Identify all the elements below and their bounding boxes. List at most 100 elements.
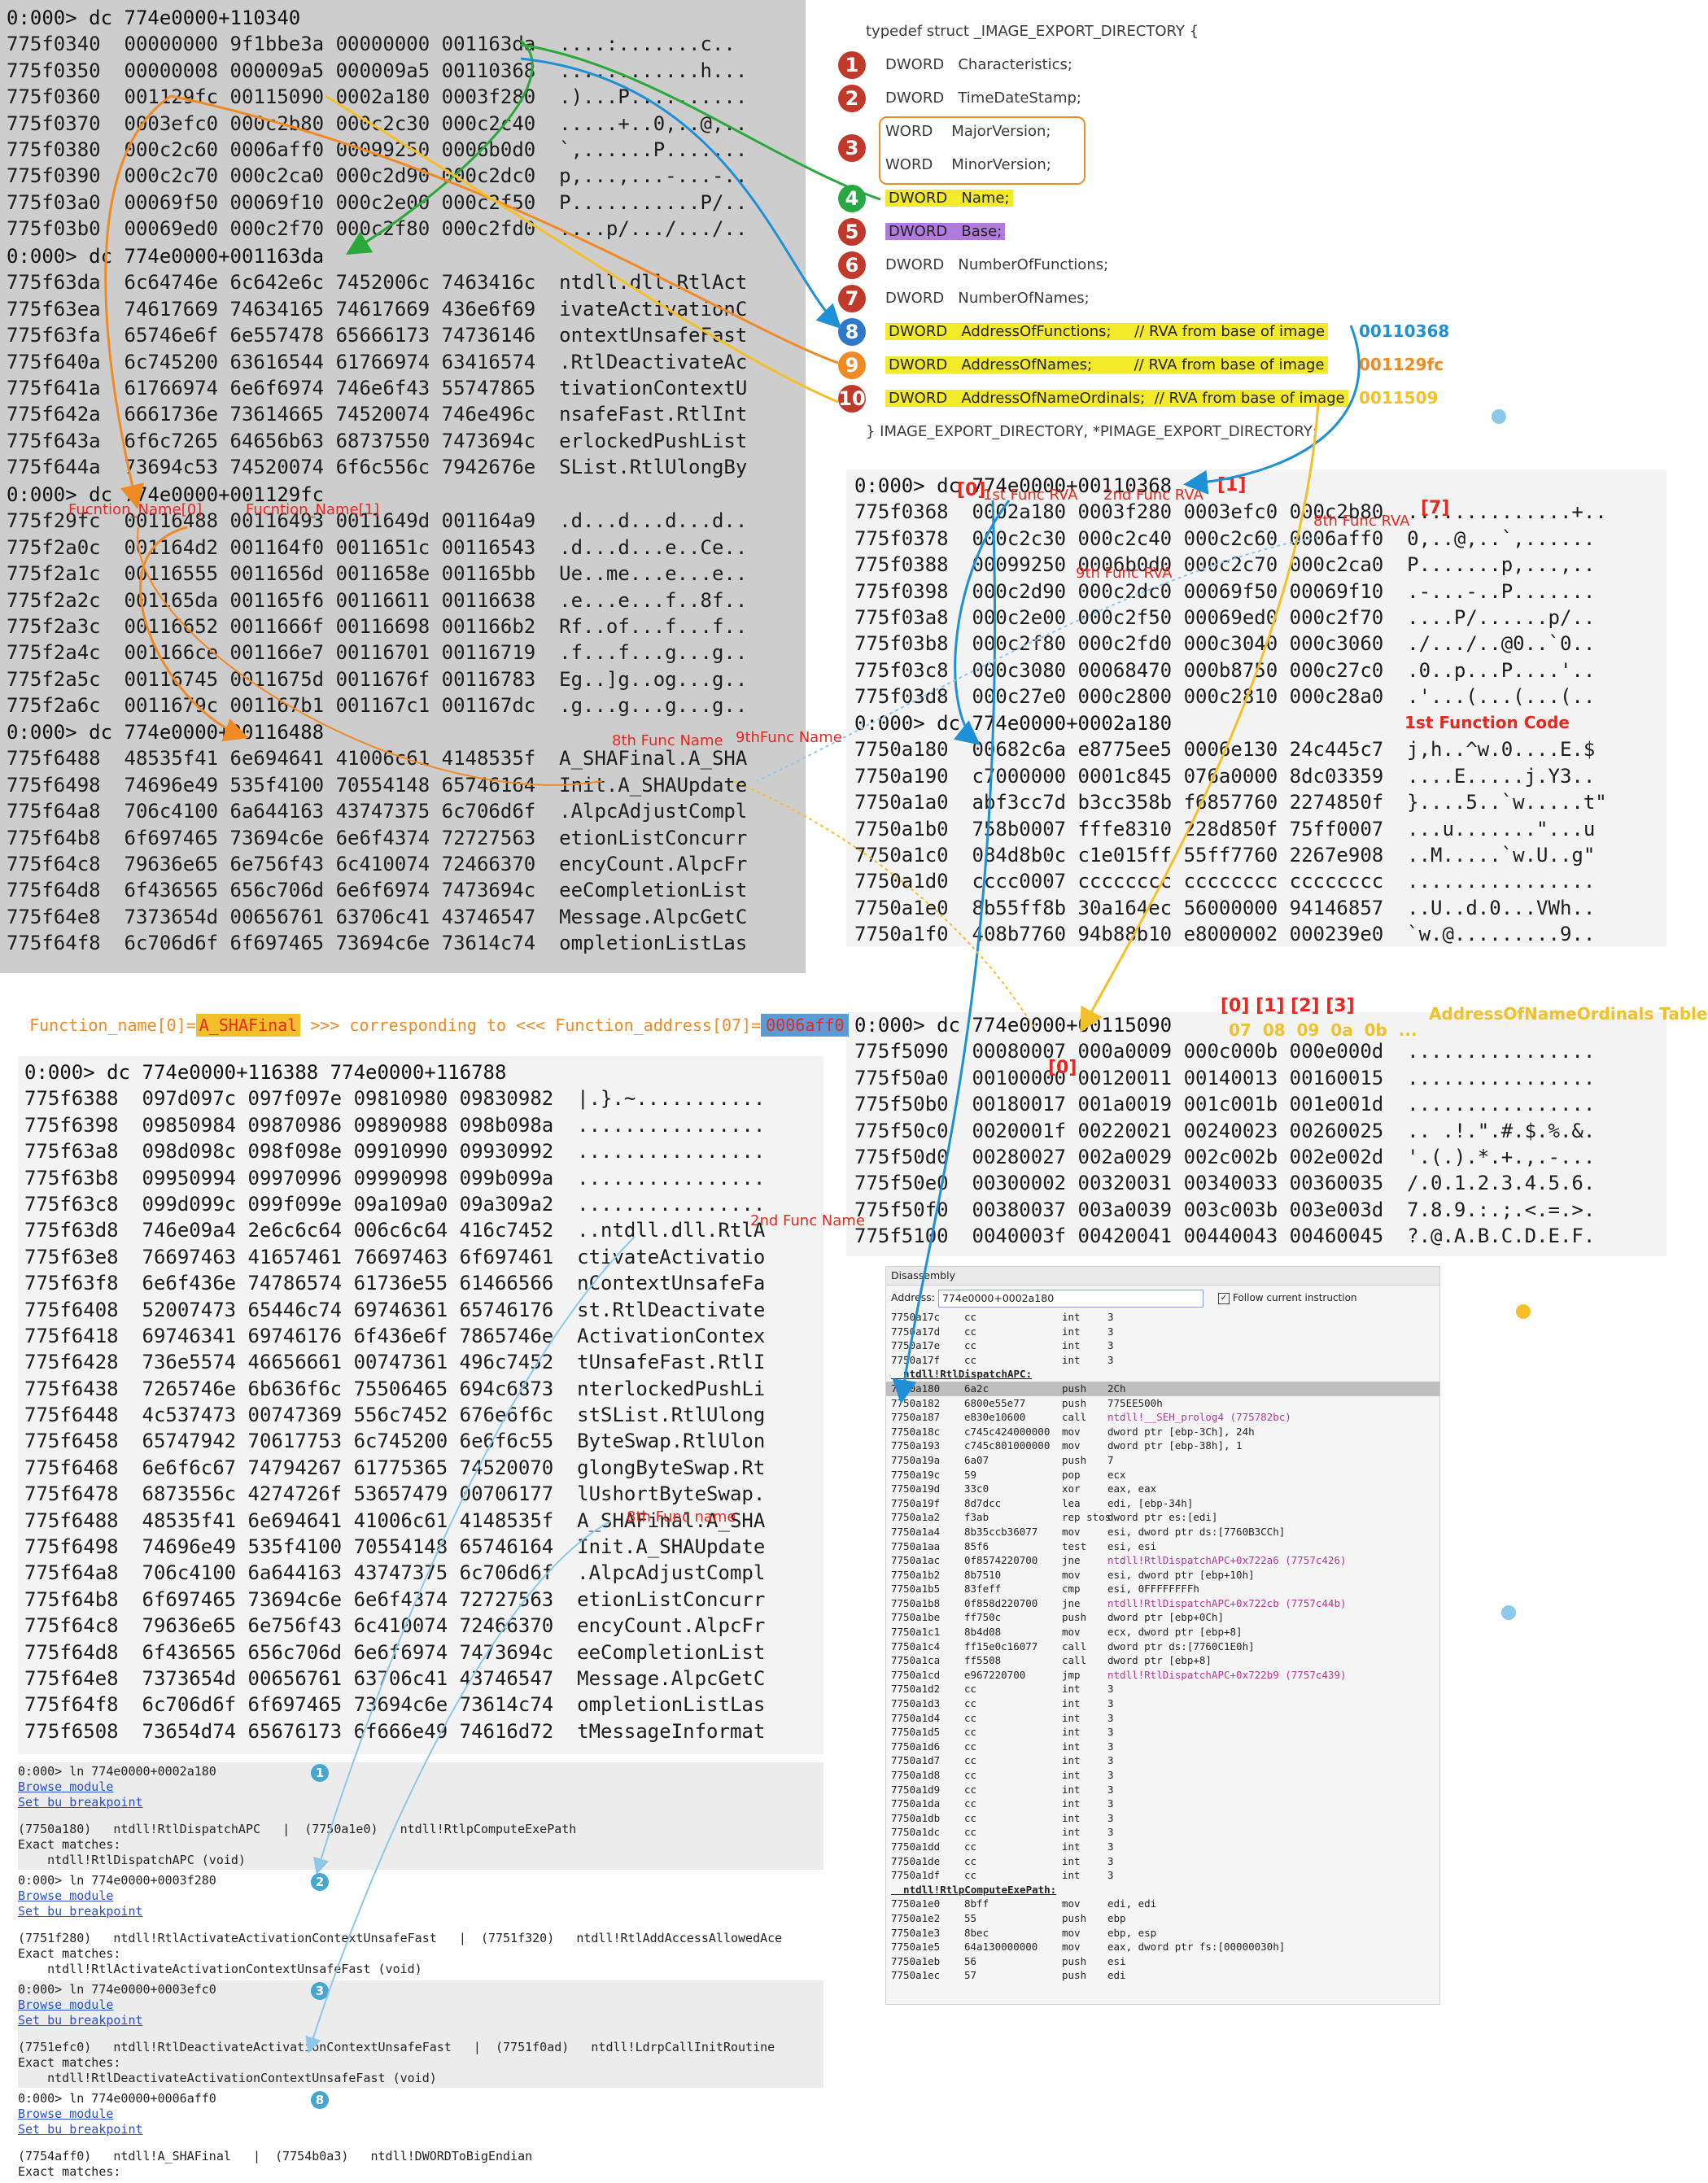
ln-command: 0:000> ln 774e0000+0003f280: [18, 1873, 216, 1888]
disasm-row[interactable]: 7750a1da cc int 3: [886, 1797, 1439, 1811]
disasm-row[interactable]: 7750a19d 33c0 xor eax, eax: [886, 1482, 1439, 1496]
set-breakpoint-link[interactable]: Set bu breakpoint: [18, 2013, 823, 2028]
disasm-row[interactable]: 7750a1ca ff5508 call dword ptr [ebp+8]: [886, 1653, 1439, 1668]
disasm-row[interactable]: 7750a17e cc int 3: [886, 1338, 1439, 1353]
disasm-row[interactable]: 7750a193 c745c801000000 mov dword ptr [ebp-…: [886, 1439, 1439, 1453]
disasm-row[interactable]: 7750a1e0 8bff mov edi, edi: [886, 1897, 1439, 1911]
disasm-row[interactable]: 7750a1e3 8bec mov ebp, esp: [886, 1926, 1439, 1941]
disasm-mnemonic: pop: [1062, 1468, 1081, 1481]
disasm-row[interactable]: 7750a1ac 0f8574220700 jne ntdll!RtlDispatch…: [886, 1553, 1439, 1568]
disasm-row[interactable]: 7750a187 e830e10600 call ntdll!__SEH_prolog…: [886, 1410, 1439, 1425]
set-breakpoint-link[interactable]: Set bu breakpoint: [18, 1904, 823, 1919]
disasm-bytes: 56: [964, 1954, 977, 1967]
disasm-mnemonic: int: [1062, 1697, 1081, 1710]
struct-title: typedef struct _IMAGE_EXPORT_DIRECTORY {: [866, 23, 1199, 40]
disasm-mnemonic: mov: [1062, 1926, 1081, 1939]
address-input[interactable]: 774e0000+0002a180: [937, 1289, 1203, 1308]
disasm-mnemonic: cmp: [1062, 1583, 1081, 1596]
label-eighth-name: 8th Func Name: [612, 732, 723, 749]
disasm-row[interactable]: 7750a1c1 8b4d08 mov ecx, dword ptr [ebp+8]: [886, 1625, 1439, 1639]
disasm-row[interactable]: 7750a17f cc int 3: [886, 1353, 1439, 1368]
disasm-row[interactable]: 7750a1dc cc int 3: [886, 1825, 1439, 1840]
disasm-row[interactable]: 7750a1d6 cc int 3: [886, 1740, 1439, 1754]
disasm-address: 7750a1c1: [891, 1626, 941, 1639]
disasm-row[interactable]: 7750a19a 6a07 push 7: [886, 1453, 1439, 1468]
disasm-row[interactable]: 7750a1c4 ff15e0c16077 call dword ptr ds:[77…: [886, 1639, 1439, 1654]
ln-symbol: (7751f280) ntdll!RtlActivateActivationCo…: [18, 1931, 783, 1945]
dump-row: 775f63e8 76697463 41657461 76697463 6f69…: [24, 1245, 766, 1268]
dump-row: 775f50b0 00180017 001a0019 001c001b 001e…: [854, 1093, 1596, 1116]
disasm-row[interactable]: 7750a1be ff750c push dword ptr [ebp+0Ch]: [886, 1610, 1439, 1625]
dump-row: 775f63d8 746e09a4 2e6c6c64 006c6c64 416c…: [24, 1219, 766, 1242]
disasm-address: 7750a1d2: [891, 1683, 941, 1696]
disasm-mnemonic: int: [1062, 1826, 1081, 1839]
disasm-row[interactable]: 7750a1cd e967220700 jmp ntdll!RtlDispatchAP…: [886, 1668, 1439, 1683]
disasm-row[interactable]: 7750a1d3 cc int 3: [886, 1696, 1439, 1711]
disasm-row[interactable]: 7750a1d7 cc int 3: [886, 1753, 1439, 1768]
disasm-row[interactable]: 7750a1a4 8b35ccb36077 mov esi, dword ptr ds…: [886, 1525, 1439, 1539]
disasm-row[interactable]: 7750a1e5 64a130000000 mov eax, dword ptr fs…: [886, 1940, 1439, 1954]
disasm-row[interactable]: 7750a1d9 cc int 3: [886, 1783, 1439, 1797]
label-ord-values: 07 08 09 0a 0b ...: [1229, 1020, 1418, 1040]
dump-row: 775f5100 0040003f 00420041 00440043 0046…: [854, 1225, 1596, 1248]
disasm-row[interactable]: 7750a1db cc int 3: [886, 1811, 1439, 1826]
browse-module-link[interactable]: Browse module: [18, 1779, 823, 1795]
dot-blue-1: [1492, 409, 1506, 424]
browse-module-link[interactable]: Browse module: [18, 1888, 823, 1904]
disasm-operand: 3: [1107, 1797, 1114, 1810]
disasm-row[interactable]: 7750a1b5 83feff cmp esi, 0FFFFFFFFh: [886, 1582, 1439, 1596]
version-group-box: [879, 116, 1086, 185]
disasm-bytes: 6a07: [964, 1453, 989, 1466]
ln-command: 0:000> ln 774e0000+0002a180: [18, 1764, 216, 1779]
dump-row: 775f6478 6873556c 4274726f 53657479 0070…: [24, 1482, 766, 1506]
disasm-row[interactable]: 7750a1dd cc int 3: [886, 1840, 1439, 1854]
disasm-mnemonic: push: [1062, 1611, 1087, 1624]
disasm-row[interactable]: 7750a18c c745c424000000 mov dword ptr [ebp-…: [886, 1425, 1439, 1439]
correspondence-line: Function_name[0]= A_SHAFinal >>> correspo…: [10, 996, 850, 1037]
dump-row: 775f63da 6c64746e 6c642e6c 7452006c 7463…: [7, 271, 748, 295]
disasm-row[interactable]: ntdll!RtlDispatchAPC:: [886, 1367, 1439, 1382]
disasm-row[interactable]: 7750a1df cc int 3: [886, 1868, 1439, 1883]
disasm-row[interactable]: 7750a1b8 0f858d220700 jne ntdll!RtlDispatch…: [886, 1596, 1439, 1611]
disasm-address: 7750a1e3: [891, 1926, 941, 1939]
disasm-row[interactable]: 7750a1aa 85f6 test esi, esi: [886, 1539, 1439, 1554]
disasm-address: 7750a1df: [891, 1869, 941, 1882]
disasm-row[interactable]: ntdll!RtlpComputeExePath:: [886, 1883, 1439, 1897]
dump-row: 775f64a8 706c4100 6a644163 43747375 6c70…: [7, 800, 748, 823]
dump-row: 775f64b8 6f697465 73694c6e 6e6f4374 7272…: [24, 1587, 766, 1611]
dot-blue-2: [1501, 1605, 1516, 1620]
field-number-badge: 2: [838, 85, 866, 112]
dump-row: 775f03c8 000c3080 00068470 000b8750 000c…: [854, 658, 1596, 682]
disasm-row[interactable]: 7750a1eb 56 push esi: [886, 1954, 1439, 1969]
disasm-row[interactable]: 7750a1ec 57 push edi: [886, 1968, 1439, 1983]
disasm-row[interactable]: 7750a1d4 cc int 3: [886, 1711, 1439, 1726]
disasm-bytes: 83feff: [964, 1583, 1002, 1596]
disasm-bytes: 8b35ccb36077: [964, 1525, 1038, 1538]
disassembly-listing: 7750a17c cc int 3 7750a17d cc int 3 7750a17e cc in…: [886, 1310, 1439, 1983]
set-breakpoint-link[interactable]: Set bu breakpoint: [18, 2122, 823, 2137]
browse-module-link[interactable]: Browse module: [18, 1997, 823, 2013]
disasm-row[interactable]: 7750a19f 8d7dcc lea edi, [ebp-34h]: [886, 1496, 1439, 1511]
disasm-row[interactable]: 7750a1b2 8b7510 mov esi, dword ptr [ebp+10h…: [886, 1568, 1439, 1583]
disasm-row[interactable]: 7750a1de cc int 3: [886, 1854, 1439, 1869]
disasm-row[interactable]: 7750a17d cc int 3: [886, 1325, 1439, 1339]
dump-row: 775f64e8 7373654d 00656761 63706c41 4374…: [24, 1666, 766, 1690]
disasm-row[interactable]: 7750a1d8 cc int 3: [886, 1768, 1439, 1783]
disasm-row[interactable]: 7750a180 6a2c push 2Ch: [886, 1381, 1439, 1396]
disasm-row[interactable]: 7750a182 6800e55e77 push 775EE500h: [886, 1396, 1439, 1411]
follow-checkbox[interactable]: ✓: [1217, 1292, 1230, 1304]
disasm-row[interactable]: 7750a1a2 f3ab rep stosdword ptr es:[edi]: [886, 1510, 1439, 1525]
label-ninth-rva: 9th Func RVA: [1076, 565, 1173, 582]
disasm-mnemonic: jmp: [1062, 1668, 1081, 1681]
browse-module-link[interactable]: Browse module: [18, 2107, 823, 2122]
set-breakpoint-link[interactable]: Set bu breakpoint: [18, 1795, 823, 1810]
disasm-row[interactable]: 7750a19c 59 pop ecx: [886, 1468, 1439, 1482]
struct-field: DWORD Base;: [885, 220, 1006, 244]
disasm-row[interactable]: 7750a17c cc int 3: [886, 1310, 1439, 1325]
disasm-row[interactable]: 7750a1e2 55 push ebp: [886, 1911, 1439, 1926]
disasm-address: 7750a1ac: [891, 1554, 941, 1567]
disasm-row[interactable]: 7750a1d5 cc int 3: [886, 1725, 1439, 1740]
dump-row: 775f2a1c 00116555 0011656d 0011658e 0011…: [7, 562, 748, 586]
disasm-row[interactable]: 7750a1d2 cc int 3: [886, 1682, 1439, 1696]
dump-row: 775f5090 00080007 000a0009 000c000b 000e…: [854, 1040, 1596, 1063]
